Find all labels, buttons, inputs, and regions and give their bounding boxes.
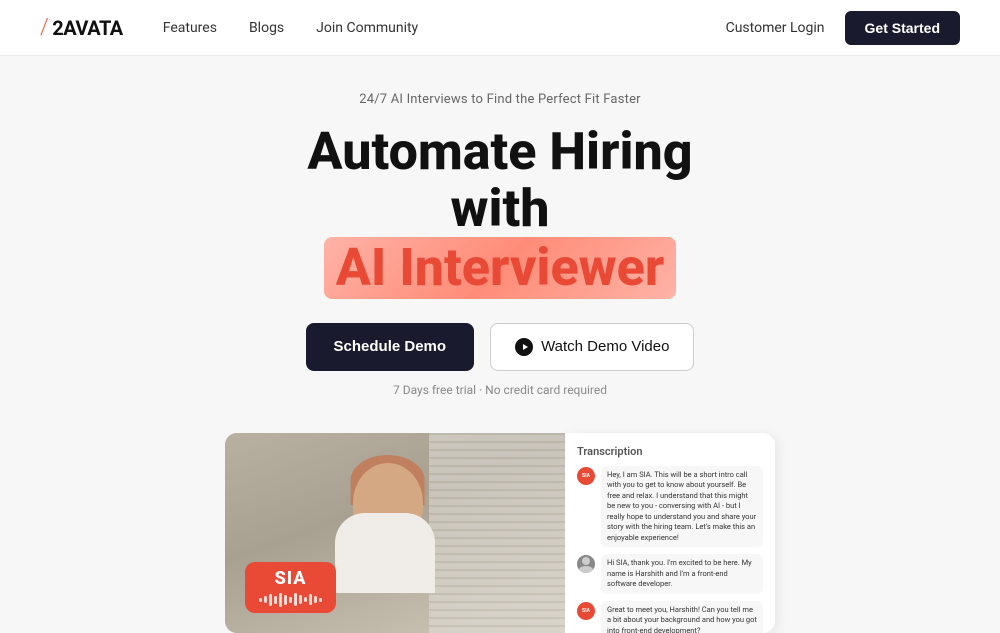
get-started-button[interactable]: Get Started	[845, 11, 960, 45]
wave-bar-11	[309, 594, 312, 605]
transcript-message-2: Hi SIA, thank you. I'm excited to be her…	[577, 554, 763, 594]
logo-name: 2AVATA	[52, 16, 123, 40]
hero-note: 7 Days free trial · No credit card requi…	[20, 383, 980, 397]
msg-bubble-2: Hi SIA, thank you. I'm excited to be her…	[601, 554, 763, 594]
wave-bar-12	[314, 596, 317, 603]
wave-bar-2	[264, 596, 267, 603]
hero-subtitle: 24/7 AI Interviews to Find the Perfect F…	[20, 92, 980, 107]
wave-bar-13	[319, 598, 322, 602]
wave-bar-10	[304, 597, 307, 602]
wave-bar-3	[269, 594, 272, 606]
user-icon	[577, 555, 595, 573]
wave-bar-5	[279, 593, 282, 607]
ai-avatar-1: SIA	[577, 467, 595, 485]
wave-bar-9	[299, 595, 302, 604]
wave-bar-4	[274, 596, 277, 604]
transcript-message-1: SIA Hey, I am SIA. This will be a short …	[577, 466, 763, 548]
customer-login-link[interactable]: Customer Login	[726, 20, 825, 36]
logo[interactable]: / 2AVATA	[40, 15, 123, 40]
window-blinds	[429, 433, 565, 633]
nav-left: / 2AVATA Features Blogs Join Community	[40, 15, 418, 40]
msg-bubble-1: Hey, I am SIA. This will be a short intr…	[601, 466, 763, 548]
watch-demo-label: Watch Demo Video	[541, 338, 669, 355]
play-triangle	[523, 344, 528, 350]
user-avatar-1	[577, 555, 595, 573]
logo-slash: /	[40, 15, 48, 40]
person-body	[335, 513, 435, 593]
watch-demo-button[interactable]: Watch Demo Video	[490, 323, 694, 371]
hero-title-highlight: AI Interviewer	[324, 237, 676, 298]
msg-bubble-3: Great to meet you, Harshith! Can you tel…	[601, 601, 763, 633]
transcription-title: Transcription	[577, 445, 763, 458]
wave-bar-7	[289, 597, 292, 603]
nav-links: Features Blogs Join Community	[163, 20, 418, 36]
schedule-demo-button[interactable]: Schedule Demo	[306, 323, 475, 371]
ai-avatar-2: SIA	[577, 602, 595, 620]
play-icon	[515, 338, 533, 356]
nav-right: Customer Login Get Started	[726, 11, 960, 45]
hero-title: Automate Hiring with AI Interviewer	[20, 123, 980, 299]
sia-label: SIA	[275, 568, 307, 589]
transcript-message-3: SIA Great to meet you, Harshith! Can you…	[577, 601, 763, 633]
transcription-panel: Transcription SIA Hey, I am SIA. This wi…	[565, 433, 775, 633]
nav-link-blogs[interactable]: Blogs	[249, 20, 284, 36]
hero-buttons: Schedule Demo Watch Demo Video	[20, 323, 980, 371]
nav-link-community[interactable]: Join Community	[316, 20, 418, 36]
hero-section: 24/7 AI Interviews to Find the Perfect F…	[0, 56, 1000, 417]
nav-link-features[interactable]: Features	[163, 20, 217, 36]
demo-video: SIA	[225, 433, 565, 633]
wave-bar-6	[284, 595, 287, 605]
navbar: / 2AVATA Features Blogs Join Community C…	[0, 0, 1000, 56]
sia-waveform	[259, 593, 322, 607]
wave-bar-8	[294, 593, 297, 606]
demo-area: SIA Transcription SIA Hey, I am	[0, 433, 1000, 633]
wave-bar-1	[259, 598, 262, 602]
sia-badge: SIA	[245, 562, 336, 613]
